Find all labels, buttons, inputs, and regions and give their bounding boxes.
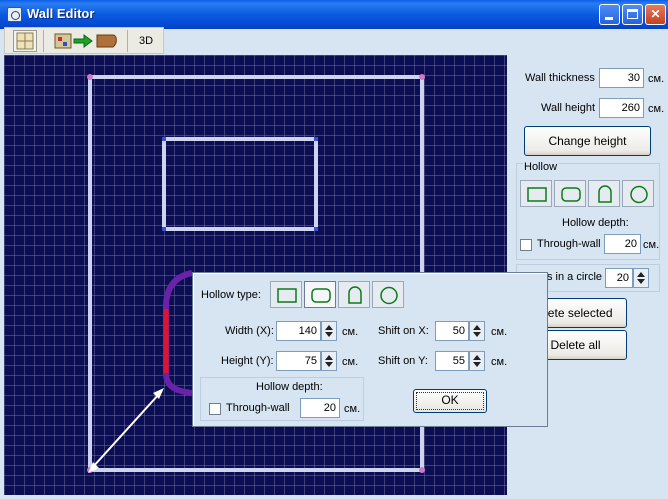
hollow-depth-unit: cм. <box>643 239 660 251</box>
dimension-arrow <box>88 388 164 473</box>
width-unit: cм. <box>342 326 359 338</box>
dialog-hollow-depth-title: Hollow depth: <box>256 381 323 393</box>
change-height-button[interactable]: Change height <box>524 126 651 156</box>
rectangle-shape-icon <box>527 187 547 202</box>
width-label: Width (X): <box>225 325 274 337</box>
circle-shape-icon <box>630 185 648 204</box>
export-walls-icon <box>54 33 117 49</box>
dialog-rectangle-button[interactable] <box>270 281 302 308</box>
hollow-depth-title: Hollow depth: <box>562 217 629 229</box>
shift-y-label: Shift on Y: <box>378 355 428 367</box>
height-label: Height (Y): <box>221 355 274 367</box>
dialog-through-wall-label: Through-wall <box>226 402 290 414</box>
grid-button[interactable] <box>13 30 37 52</box>
selected-hollow-outline <box>163 270 193 396</box>
arch-shape-icon <box>598 185 612 203</box>
maximize-icon <box>627 9 638 19</box>
maximize-button[interactable] <box>622 4 643 25</box>
hollow-type-label: Hollow type: <box>201 289 261 301</box>
hollow-arch-button[interactable] <box>588 180 620 207</box>
hollow-group-title: Hollow <box>523 161 559 173</box>
width-spinner[interactable] <box>321 321 337 341</box>
rectangle-shape-icon <box>277 288 297 303</box>
shift-x-spinner[interactable] <box>469 321 485 341</box>
shift-y-unit: cм. <box>491 356 508 368</box>
height-input[interactable]: 75 <box>276 351 321 371</box>
width-input[interactable]: 140 <box>276 321 321 341</box>
wall-thickness-label: Wall thickness <box>525 72 595 84</box>
hollow-depth-input[interactable]: 20 <box>604 234 641 254</box>
dialog-depth-input[interactable]: 20 <box>300 398 340 418</box>
shift-x-label: Shift on X: <box>378 325 429 337</box>
wall-thickness-unit: cм. <box>648 73 665 85</box>
shift-y-spinner[interactable] <box>469 351 485 371</box>
hollow-corner-markers <box>162 137 318 231</box>
dialog-rounded-rectangle-button[interactable] <box>304 281 336 308</box>
close-icon: ✕ <box>650 7 661 21</box>
dialog-depth-unit: cм. <box>344 403 361 415</box>
circle-shape-icon <box>380 286 398 305</box>
height-spinner[interactable] <box>321 351 337 371</box>
hollow-circle-button[interactable] <box>622 180 654 207</box>
hollow-dialog: Hollow type: Width (X): 140 cм. Height (… <box>192 272 548 427</box>
shift-y-input[interactable]: 55 <box>435 351 469 371</box>
through-wall-label: Through-wall <box>537 238 601 250</box>
rectangle-hollow <box>162 137 318 231</box>
height-unit: cм. <box>342 356 359 368</box>
close-button[interactable]: ✕ <box>645 4 666 25</box>
view-3d-button[interactable]: 3D <box>131 30 161 52</box>
through-wall-checkbox[interactable] <box>520 239 532 251</box>
hollow-rounded-rectangle-button[interactable] <box>554 180 586 207</box>
export-to-room-button[interactable] <box>51 30 121 52</box>
shift-x-input[interactable]: 50 <box>435 321 469 341</box>
minimize-icon <box>605 17 613 20</box>
rounded-rectangle-shape-icon <box>561 187 581 202</box>
window-title: Wall Editor <box>27 6 95 21</box>
grid-icon <box>16 32 34 50</box>
circle-points-input[interactable]: 20 <box>605 268 633 288</box>
hollow-rectangle-button[interactable] <box>520 180 552 207</box>
wall-height-input[interactable]: 260 <box>599 98 644 118</box>
arch-shape-icon <box>348 286 362 304</box>
dialog-circle-button[interactable] <box>372 281 404 308</box>
dialog-hollow-depth-group: Hollow depth: Through-wall 20 cм. <box>200 377 364 421</box>
shift-x-unit: cм. <box>491 326 508 338</box>
minimize-button[interactable] <box>599 4 620 25</box>
rounded-rectangle-shape-icon <box>311 288 331 303</box>
toolbar-separator <box>43 30 44 52</box>
toolbar: 3D <box>4 27 164 54</box>
hollow-group: Hollow Hollow depth: Through-wall 20 cм. <box>516 161 660 260</box>
wall-thickness-input[interactable]: 30 <box>599 68 644 88</box>
ok-button[interactable]: OK <box>413 389 487 413</box>
circle-points-label: s in a circle <box>547 271 603 283</box>
dialog-through-wall-checkbox[interactable] <box>209 403 221 415</box>
wall-height-label: Wall height <box>541 102 596 114</box>
wall-height-unit: cм. <box>648 103 665 115</box>
circle-points-spinner[interactable] <box>633 268 649 288</box>
dialog-arch-button[interactable] <box>338 281 370 308</box>
toolbar-separator <box>127 30 128 52</box>
title-bar: Wall Editor ✕ <box>0 0 668 29</box>
app-icon <box>7 7 22 22</box>
